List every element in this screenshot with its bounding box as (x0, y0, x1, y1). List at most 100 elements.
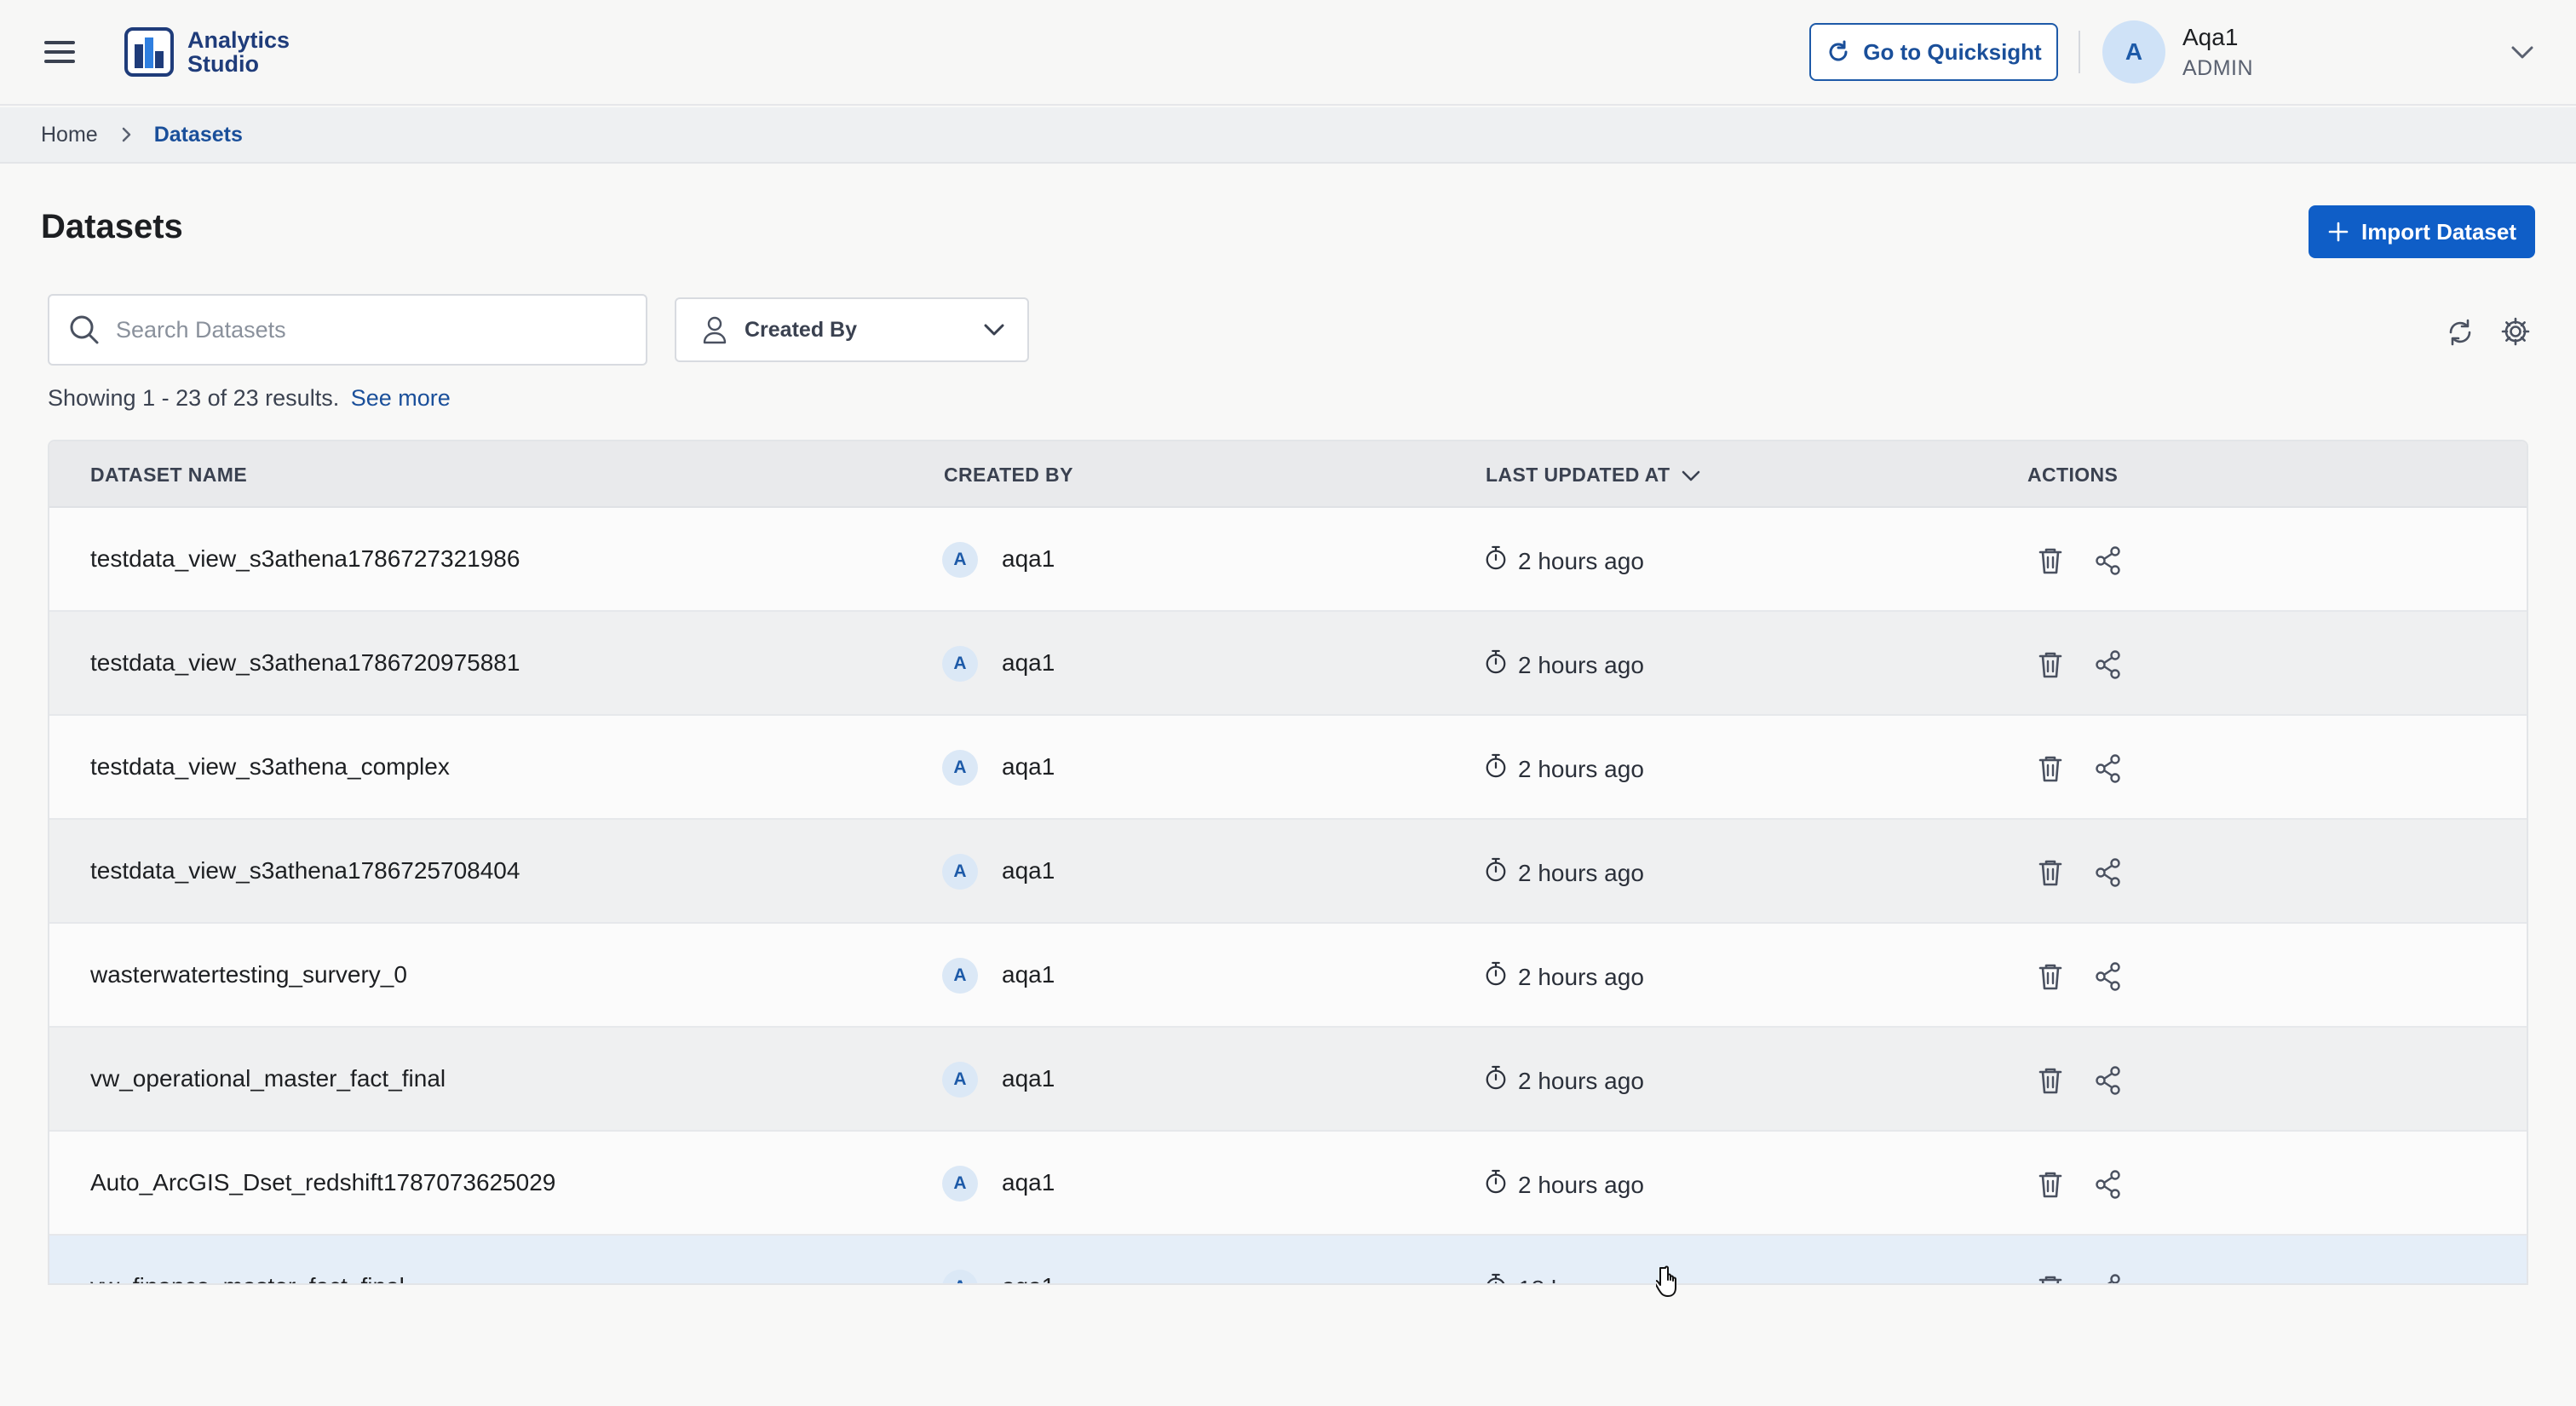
table-row[interactable]: vw_operational_master_fact_final Aaqa1 2 h… (49, 1028, 2527, 1132)
share-icon[interactable] (2094, 1169, 2123, 1200)
last-updated: 18 hours ago (1484, 1273, 1657, 1283)
creator-avatar: A (942, 1270, 978, 1283)
import-dataset-button[interactable]: Import Dataset (2309, 205, 2535, 258)
results-count: Showing 1 - 23 of 23 results. (48, 385, 340, 411)
app-root: Analytics Studio Go to Quicksight A Aqa1… (0, 0, 2576, 1406)
quicksight-label: Go to Quicksight (1863, 38, 2042, 65)
table-row[interactable]: testdata_view_s3athena1786727321986 Aaqa1… (49, 508, 2527, 612)
dataset-name[interactable]: wasterwatertesting_survery_0 (90, 961, 407, 988)
creator-avatar: A (942, 854, 978, 890)
dataset-name[interactable]: testdata_view_s3athena1786720975881 (90, 649, 520, 677)
trash-icon[interactable] (2036, 1169, 2065, 1200)
column-header-actions: ACTIONS (2027, 464, 2119, 486)
column-header-last-updated-label: LAST UPDATED AT (1486, 464, 1670, 486)
person-icon (703, 316, 727, 344)
last-updated-text: 2 hours ago (1518, 1067, 1644, 1094)
creator-name: aqa1 (1002, 1273, 1055, 1283)
creator-avatar: A (942, 646, 978, 682)
stopwatch-icon (1484, 857, 1508, 889)
brand-line-1: Analytics (187, 27, 290, 53)
last-updated: 2 hours ago (1484, 857, 1644, 889)
table-row[interactable]: vw_finance_master_fact_final Aaqa1 18 hour… (49, 1236, 2527, 1283)
dataset-name[interactable]: vw_finance_master_fact_final (90, 1273, 405, 1283)
share-icon[interactable] (2094, 545, 2123, 576)
stopwatch-icon (1484, 961, 1508, 993)
results-summary: Showing 1 - 23 of 23 results. See more (48, 385, 451, 412)
column-header-dataset-name: DATASET NAME (90, 464, 248, 486)
last-updated-text: 2 hours ago (1518, 651, 1644, 678)
creator-name: aqa1 (1002, 649, 1055, 676)
creator-name: aqa1 (1002, 545, 1055, 572)
trash-icon[interactable] (2036, 1065, 2065, 1096)
created-by-label: Created By (745, 317, 857, 342)
see-more-link[interactable]: See more (351, 385, 451, 411)
creator-name: aqa1 (1002, 857, 1055, 884)
column-header-last-updated[interactable]: LAST UPDATED AT (1486, 464, 1702, 487)
dataset-name[interactable]: testdata_view_s3athena_complex (90, 753, 450, 781)
chevron-down-icon (1682, 470, 1700, 481)
last-updated: 2 hours ago (1484, 1065, 1644, 1097)
dataset-name[interactable]: Auto_ArcGIS_Dset_redshift1787073625029 (90, 1169, 555, 1196)
trash-icon[interactable] (2036, 753, 2065, 784)
last-updated-text: 2 hours ago (1518, 859, 1644, 886)
trash-icon[interactable] (2036, 545, 2065, 576)
stopwatch-icon (1484, 1169, 1508, 1201)
share-icon[interactable] (2094, 961, 2123, 992)
plus-icon (2328, 222, 2349, 242)
hamburger-icon[interactable] (43, 37, 77, 66)
table-row[interactable]: testdata_view_s3athena_complex Aaqa1 2 hou… (49, 716, 2527, 820)
table-row[interactable]: testdata_view_s3athena1786720975881 Aaqa1… (49, 612, 2527, 716)
column-header-created-by: CREATED BY (944, 464, 1073, 486)
stopwatch-icon (1484, 1065, 1508, 1097)
import-dataset-label: Import Dataset (2360, 218, 2517, 245)
go-to-quicksight-button[interactable]: Go to Quicksight (1809, 23, 2058, 81)
last-updated-text: 2 hours ago (1518, 963, 1644, 990)
breadcrumb-home[interactable]: Home (41, 123, 98, 147)
creator-avatar: A (942, 1062, 978, 1098)
creator-name: aqa1 (1002, 1169, 1055, 1196)
trash-icon[interactable] (2036, 1273, 2065, 1283)
datasets-table: DATASET NAME CREATED BY LAST UPDATED AT … (48, 440, 2528, 1285)
share-icon[interactable] (2094, 1273, 2123, 1283)
analytics-logo-icon (124, 27, 174, 77)
creator-avatar: A (942, 958, 978, 994)
dataset-name[interactable]: vw_operational_master_fact_final (90, 1065, 446, 1092)
chevron-down-icon[interactable] (2508, 37, 2537, 66)
stopwatch-icon (1484, 1273, 1508, 1283)
last-updated-text: 2 hours ago (1518, 547, 1644, 574)
last-updated: 2 hours ago (1484, 545, 1644, 577)
trash-icon[interactable] (2036, 961, 2065, 992)
creator-avatar: A (942, 1166, 978, 1201)
last-updated-text: 2 hours ago (1518, 1171, 1644, 1198)
user-avatar[interactable]: A (2102, 20, 2165, 84)
gear-icon[interactable] (2499, 315, 2532, 348)
user-name: Aqa1 (2182, 24, 2239, 50)
created-by-filter[interactable]: Created By (675, 297, 1029, 362)
search-box[interactable] (48, 294, 647, 366)
share-icon[interactable] (2094, 753, 2123, 784)
stopwatch-icon (1484, 649, 1508, 681)
search-input[interactable] (116, 316, 646, 343)
dataset-name[interactable]: testdata_view_s3athena1786727321986 (90, 545, 520, 573)
stopwatch-icon (1484, 545, 1508, 577)
table-row[interactable]: testdata_view_s3athena1786725708404 Aaqa1… (49, 820, 2527, 924)
share-icon[interactable] (2094, 857, 2123, 888)
trash-icon[interactable] (2036, 649, 2065, 680)
page-title: Datasets (41, 208, 183, 245)
share-icon[interactable] (2094, 649, 2123, 680)
chevron-right-icon (122, 127, 130, 142)
hand-pointer-icon (1656, 1265, 1676, 1297)
last-updated: 2 hours ago (1484, 649, 1644, 681)
table-row[interactable]: Auto_ArcGIS_Dset_redshift1787073625029 Aa… (49, 1132, 2527, 1236)
brand-name: Analytics Studio (187, 28, 290, 76)
refresh-icon[interactable] (2445, 317, 2475, 348)
brand[interactable]: Analytics Studio (124, 26, 290, 78)
table-body: testdata_view_s3athena1786727321986 Aaqa1… (49, 508, 2527, 1283)
last-updated: 2 hours ago (1484, 1169, 1644, 1201)
share-icon[interactable] (2094, 1065, 2123, 1096)
dataset-name[interactable]: testdata_view_s3athena1786725708404 (90, 857, 520, 885)
trash-icon[interactable] (2036, 857, 2065, 888)
creator-avatar: A (942, 542, 978, 578)
table-row[interactable]: wasterwatertesting_survery_0 Aaqa1 2 hours… (49, 924, 2527, 1028)
last-updated-text: 2 hours ago (1518, 755, 1644, 782)
